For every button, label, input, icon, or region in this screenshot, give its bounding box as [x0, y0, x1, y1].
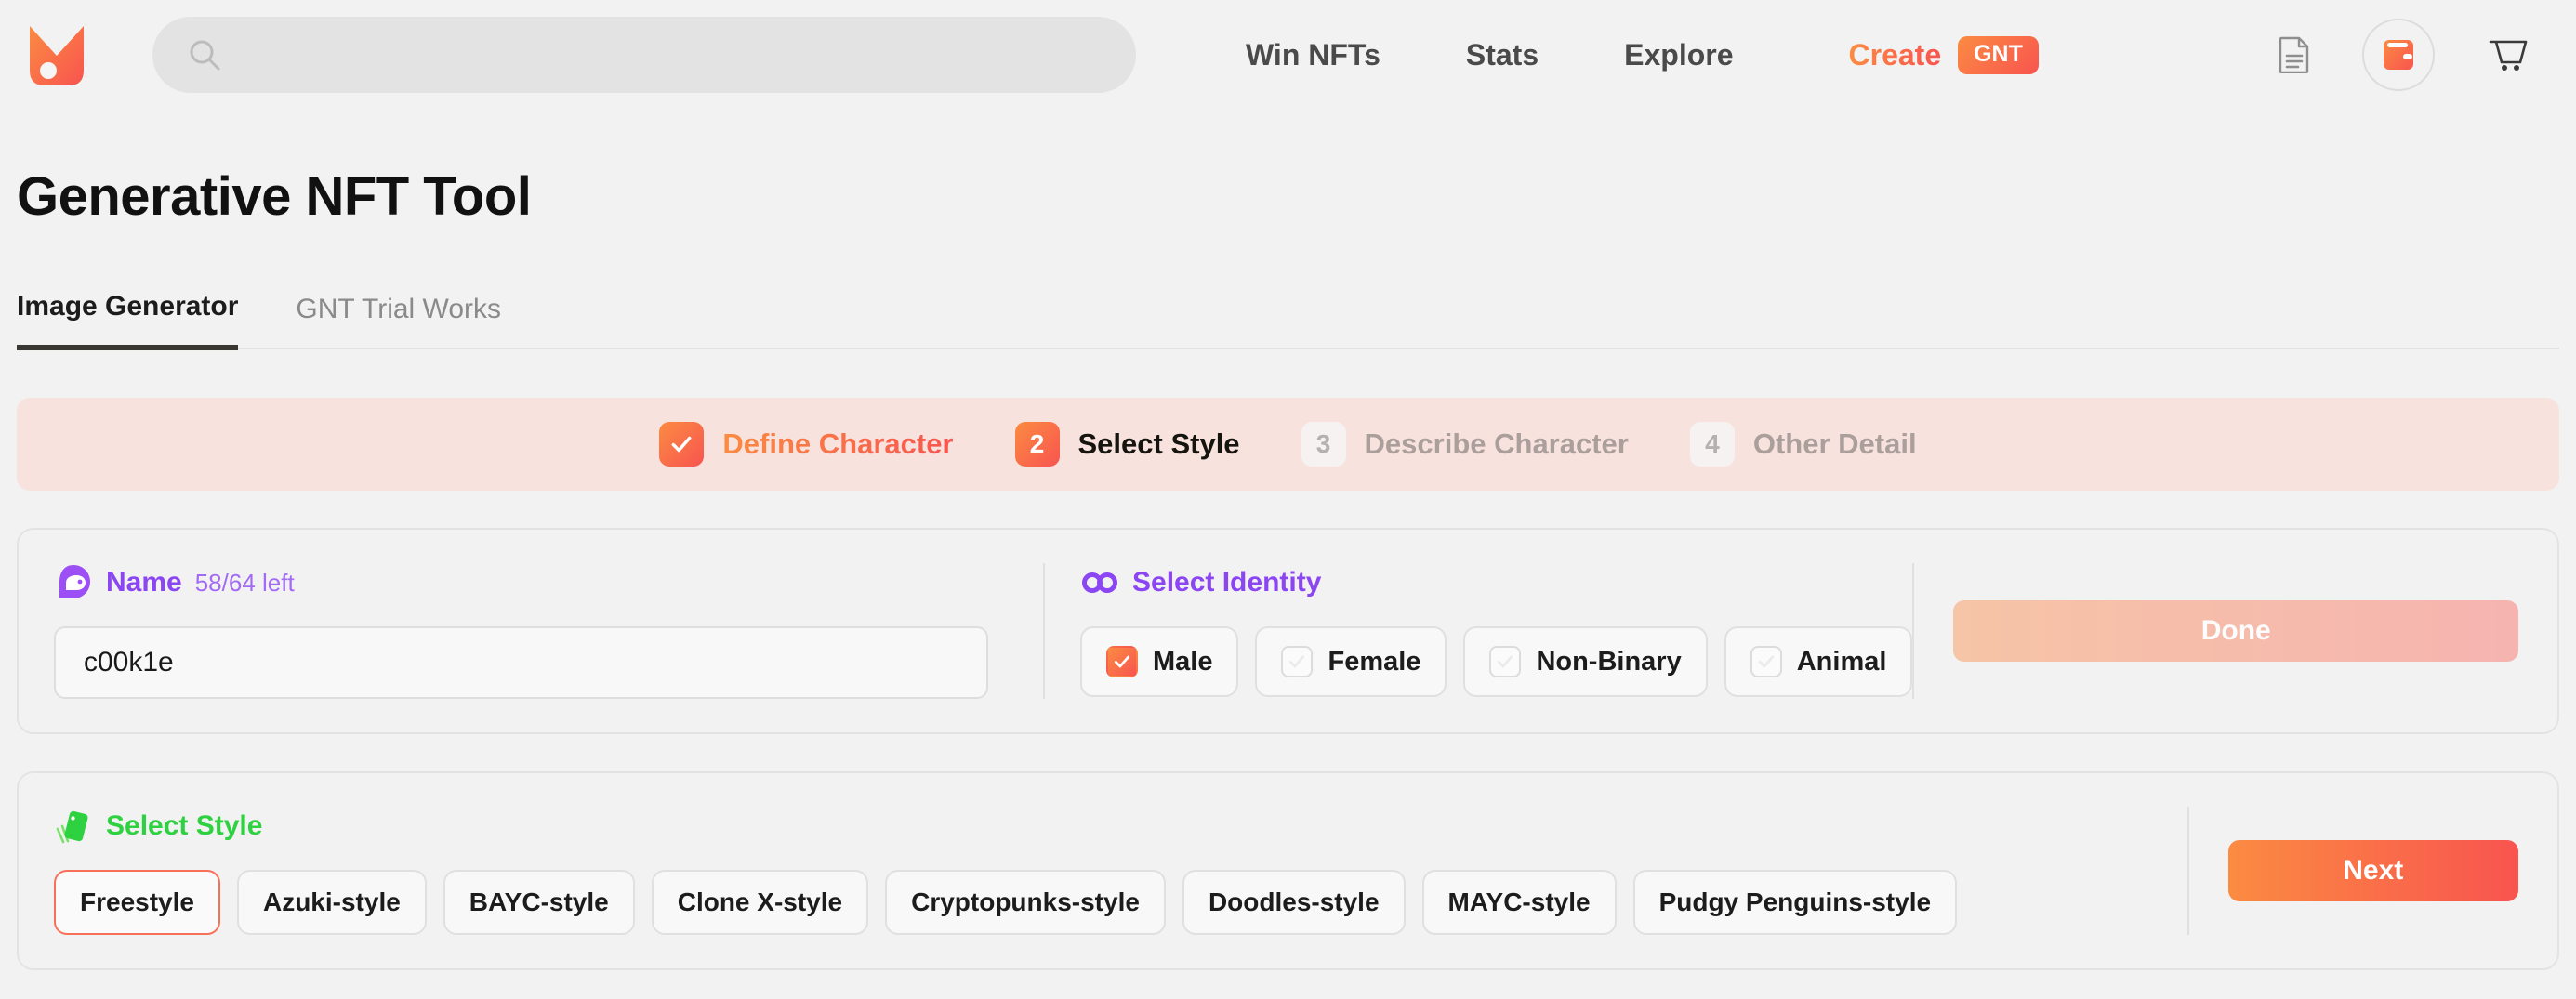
- step-4-label: Other Detail: [1753, 427, 1917, 461]
- select-style-action-area: Next: [2189, 773, 2557, 968]
- style-section-header: Select Style: [54, 807, 2187, 846]
- step-describe-character[interactable]: 3 Describe Character: [1301, 422, 1629, 467]
- checkbox-animal[interactable]: [1750, 646, 1782, 677]
- document-icon[interactable]: [2279, 36, 2310, 73]
- search-icon: [186, 36, 223, 73]
- name-section: Name 58/64 left: [19, 530, 1043, 732]
- step-select-style[interactable]: 2 Select Style: [1015, 422, 1240, 467]
- primary-nav-links: Win NFTs Stats Explore: [1203, 38, 1777, 72]
- create-label: Create: [1849, 38, 1942, 72]
- style-option-bayc[interactable]: BAYC-style: [443, 870, 635, 935]
- search-input[interactable]: [152, 17, 1136, 93]
- page-body: Generative NFT Tool Image Generator GNT …: [0, 165, 2576, 970]
- style-option-mayc[interactable]: MAYC-style: [1422, 870, 1617, 935]
- fox-logo-icon[interactable]: [26, 22, 87, 87]
- done-button[interactable]: Done: [1953, 600, 2518, 662]
- style-label: Select Style: [106, 810, 262, 842]
- cart-icon[interactable]: [2487, 36, 2528, 73]
- identity-option-female[interactable]: Female: [1255, 626, 1447, 697]
- step-1-indicator: [659, 422, 704, 467]
- identity-label: Select Identity: [1132, 567, 1321, 598]
- step-other-detail[interactable]: 4 Other Detail: [1690, 422, 1917, 467]
- nav-link-stats[interactable]: Stats: [1423, 38, 1581, 72]
- tab-image-generator[interactable]: Image Generator: [17, 291, 238, 350]
- checkbox-male[interactable]: [1106, 646, 1138, 677]
- green-tag-icon: [54, 807, 93, 846]
- checkbox-non-binary[interactable]: [1489, 646, 1521, 677]
- style-option-doodles[interactable]: Doodles-style: [1182, 870, 1406, 935]
- identity-label-animal: Animal: [1797, 647, 1887, 677]
- select-style-card: Select Style Freestyle Azuki-style BAYC-…: [17, 771, 2559, 970]
- define-character-card: Name 58/64 left Select Identity: [17, 528, 2559, 734]
- wallet-icon[interactable]: [2362, 19, 2435, 91]
- page-title: Generative NFT Tool: [17, 165, 2559, 228]
- define-character-action-area: Done: [1914, 530, 2557, 732]
- step-progress-bar: Define Character 2 Select Style 3 Descri…: [17, 398, 2559, 491]
- identity-section-header: Select Identity: [1080, 563, 1912, 602]
- tab-bar: Image Generator GNT Trial Works: [17, 291, 2559, 349]
- style-option-freestyle[interactable]: Freestyle: [54, 870, 220, 935]
- name-label: Name: [106, 567, 182, 598]
- top-navigation-bar: Win NFTs Stats Explore Create GNT: [0, 0, 2576, 110]
- identity-label-male: Male: [1153, 647, 1212, 677]
- style-options: Freestyle Azuki-style BAYC-style Clone X…: [54, 870, 2187, 935]
- step-1-label: Define Character: [722, 427, 953, 461]
- nav-icon-group: [2279, 19, 2548, 91]
- name-char-counter: 58/64 left: [195, 569, 295, 598]
- name-section-header: Name 58/64 left: [54, 563, 1043, 602]
- checkbox-female[interactable]: [1281, 646, 1313, 677]
- step-define-character[interactable]: Define Character: [659, 422, 953, 467]
- style-section: Select Style Freestyle Azuki-style BAYC-…: [19, 773, 2187, 968]
- identity-section: Select Identity Male Female: [1045, 530, 1912, 732]
- step-2-indicator: 2: [1015, 422, 1060, 467]
- gnt-badge: GNT: [1958, 36, 2039, 74]
- identity-options: Male Female Non-Binary: [1080, 626, 1912, 697]
- step-3-indicator: 3: [1301, 422, 1346, 467]
- step-2-label: Select Style: [1078, 427, 1240, 461]
- style-option-azuki[interactable]: Azuki-style: [237, 870, 427, 935]
- identity-label-non-binary: Non-Binary: [1536, 647, 1681, 677]
- identity-option-non-binary[interactable]: Non-Binary: [1463, 626, 1707, 697]
- step-3-label: Describe Character: [1365, 427, 1629, 461]
- style-option-pudgy-penguins[interactable]: Pudgy Penguins-style: [1633, 870, 1958, 935]
- style-option-cryptopunks[interactable]: Cryptopunks-style: [885, 870, 1166, 935]
- infinity-icon: [1080, 563, 1119, 602]
- identity-option-male[interactable]: Male: [1080, 626, 1238, 697]
- tab-gnt-trial-works[interactable]: GNT Trial Works: [296, 294, 501, 348]
- identity-label-female: Female: [1328, 647, 1420, 677]
- avatar-purple-icon: [54, 563, 93, 602]
- create-gnt-button[interactable]: Create GNT: [1849, 36, 2039, 74]
- nav-link-win-nfts[interactable]: Win NFTs: [1203, 38, 1423, 72]
- step-4-indicator: 4: [1690, 422, 1735, 467]
- next-button[interactable]: Next: [2228, 840, 2518, 901]
- nav-link-explore[interactable]: Explore: [1581, 38, 1776, 72]
- style-option-clone-x[interactable]: Clone X-style: [652, 870, 868, 935]
- name-input-field[interactable]: [54, 626, 988, 699]
- identity-option-animal[interactable]: Animal: [1724, 626, 1913, 697]
